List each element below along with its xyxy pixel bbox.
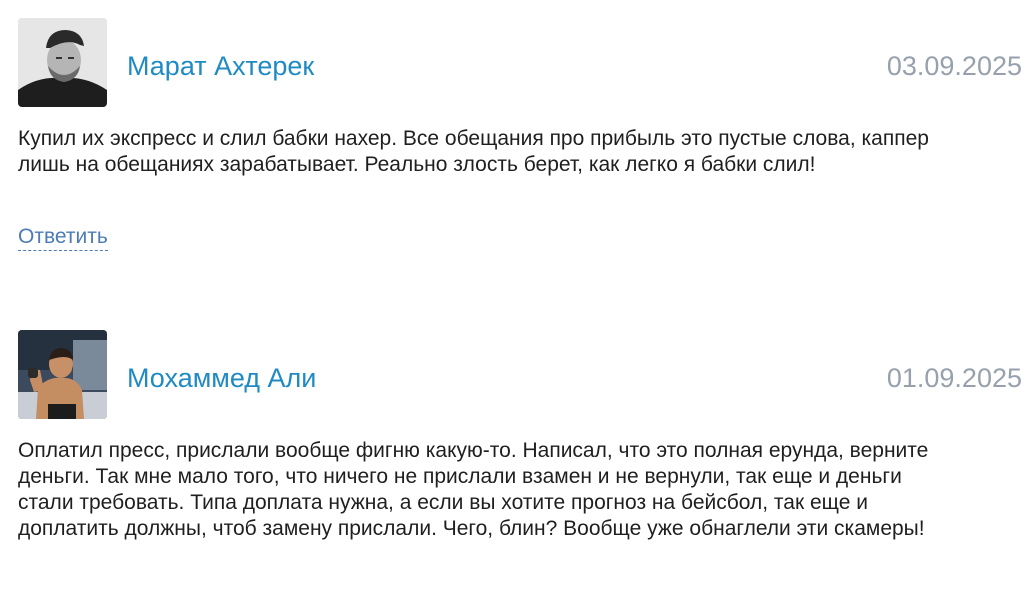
avatar[interactable] (18, 330, 107, 419)
author-name[interactable]: Мохаммед Али (127, 361, 316, 395)
comment-header: Марат Ахтерек 03.09.2025 (18, 18, 1022, 107)
comment-item: Марат Ахтерек 03.09.2025 Купил их экспре… (18, 18, 1022, 251)
user-photo-icon (18, 330, 107, 419)
reply-link[interactable]: Ответить (18, 224, 108, 251)
comment-item: Мохаммед Али 01.09.2025 Оплатил пресс, п… (18, 330, 1022, 542)
author-name[interactable]: Марат Ахтерек (127, 49, 314, 83)
user-photo-icon (18, 18, 107, 107)
comment-date: 01.09.2025 (886, 363, 1022, 393)
comment-text: Купил их экспресс и слил бабки нахер. Вс… (18, 127, 929, 176)
comment-header: Мохаммед Али 01.09.2025 (18, 330, 1022, 419)
avatar[interactable] (18, 18, 107, 107)
comment-text: Оплатил пресс, прислали вообще фигню как… (18, 439, 929, 540)
comment-date: 03.09.2025 (886, 51, 1022, 81)
